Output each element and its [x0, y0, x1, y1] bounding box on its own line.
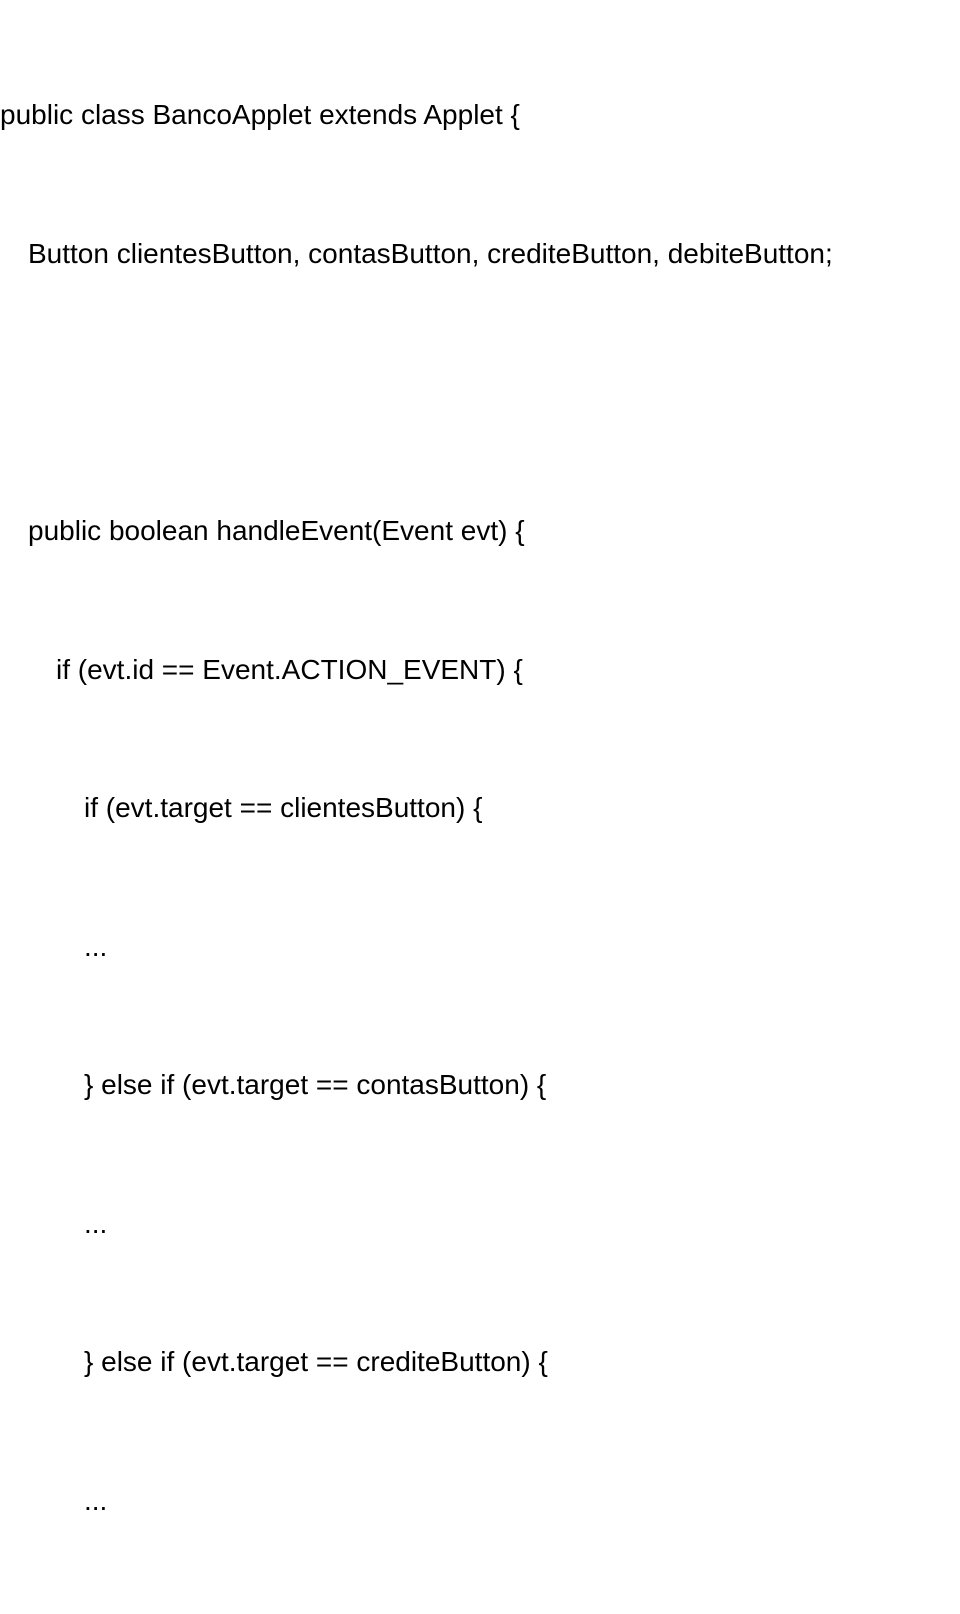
code-line: ...: [0, 924, 960, 970]
code-line: } else if (evt.target == crediteButton) …: [0, 1339, 960, 1385]
code-line: } else if (evt.target == contasButton) {: [0, 1062, 960, 1108]
code-line: public class BancoApplet extends Applet …: [0, 92, 960, 138]
code-line: Button clientesButton, contasButton, cre…: [0, 231, 960, 277]
code-line: if (evt.id == Event.ACTION_EVENT) {: [0, 647, 960, 693]
code-line: if (evt.target == clientesButton) {: [0, 785, 960, 831]
code-line: public boolean handleEvent(Event evt) {: [0, 508, 960, 554]
code-line: ...: [0, 1201, 960, 1247]
blank-line: [0, 370, 960, 416]
code-block: public class BancoApplet extends Applet …: [0, 0, 960, 1614]
code-line: ...: [0, 1478, 960, 1524]
